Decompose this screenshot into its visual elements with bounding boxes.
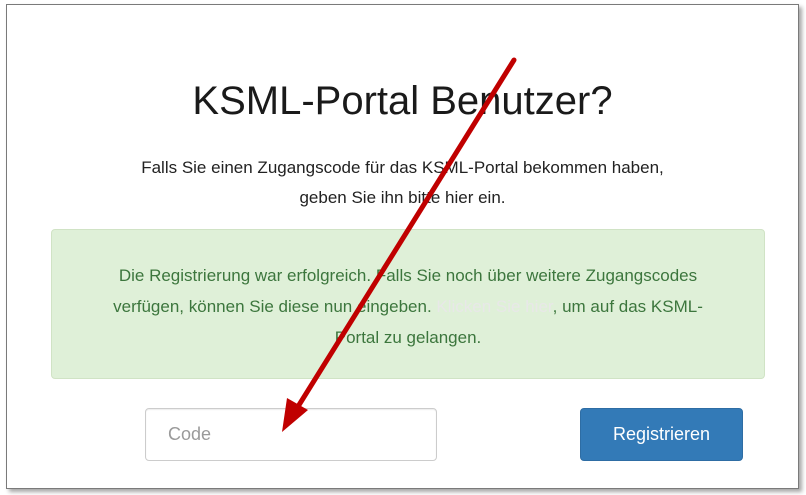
register-button[interactable]: Registrieren <box>580 408 743 461</box>
intro-line-2: geben Sie ihn bitte hier ein. <box>299 188 506 207</box>
intro-text: Falls Sie einen Zugangscode für das KSML… <box>7 153 798 213</box>
code-input[interactable] <box>145 408 437 461</box>
intro-line-1: Falls Sie einen Zugangscode für das KSML… <box>141 158 664 177</box>
page-title: KSML-Portal Benutzer? <box>192 79 613 123</box>
portal-link[interactable]: Klicken Sie hier <box>436 297 552 316</box>
success-alert: Die Registrierung war erfolgreich. Falls… <box>51 229 765 379</box>
